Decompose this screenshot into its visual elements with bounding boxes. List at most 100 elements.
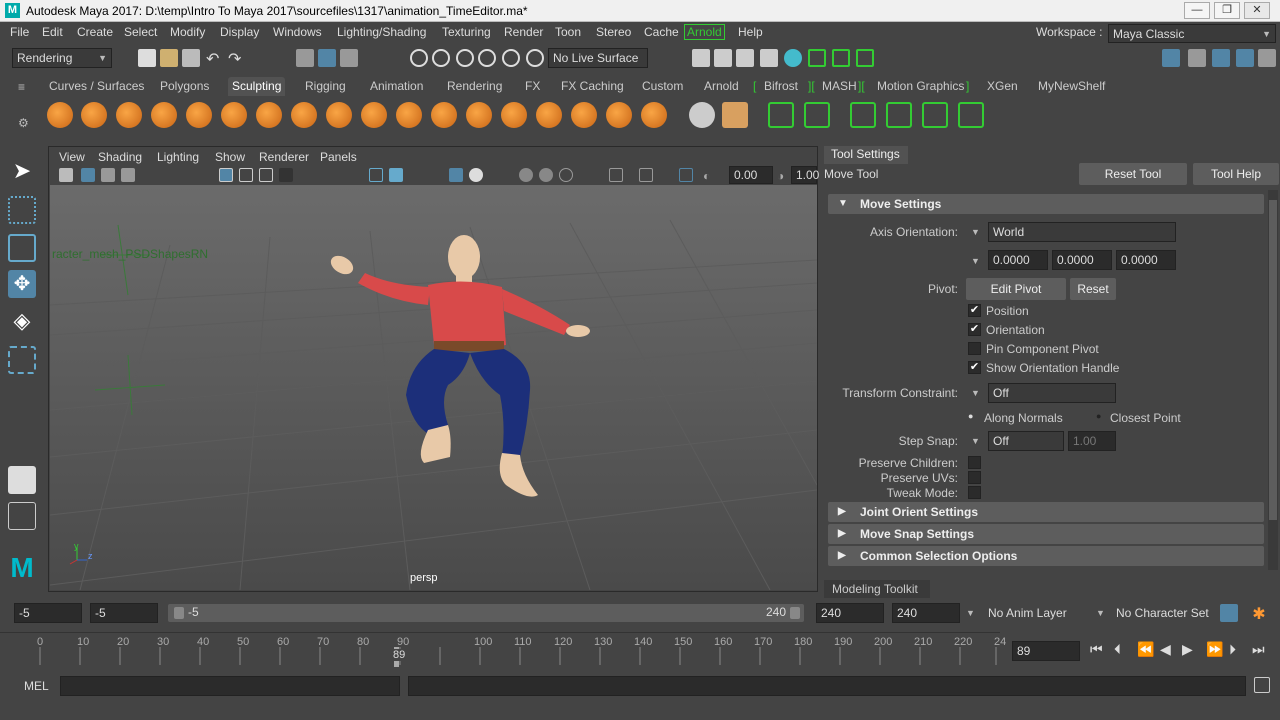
close-button[interactable]: ✕ [1244,2,1270,19]
tab-custom[interactable]: Custom [642,79,683,93]
xray-icon[interactable] [639,168,653,182]
move-settings-header[interactable]: ▼ Move Settings [828,194,1264,214]
chevron-down-icon[interactable]: ▼ [971,436,980,446]
tab-sculpting[interactable]: Sculpting [228,77,286,96]
render-settings-icon[interactable] [692,49,710,67]
arnold-view-icon[interactable] [856,49,874,67]
ambient-occlusion-icon[interactable] [539,168,553,182]
image-plane-icon[interactable] [121,168,135,182]
step-forward-frame-icon[interactable]: ⏵ [1229,641,1236,658]
pinch-tool-icon[interactable] [186,102,212,128]
playback-end-field[interactable]: 240 [816,603,884,623]
scrape-tool-icon[interactable] [431,102,457,128]
imprint-tool-icon[interactable] [361,102,387,128]
render-view-icon[interactable] [760,49,778,67]
viewport-3d[interactable]: racter_mesh_PSDShapesRN y z persp [50,185,817,590]
smooth-shade-icon[interactable] [389,168,403,182]
tab-bifrost[interactable]: Bifrost [764,79,798,93]
attribute-editor-toggle-icon[interactable] [1188,49,1206,67]
tab-mynewshelf[interactable]: MyNewShelf [1038,79,1105,93]
current-frame-field[interactable]: 89 [1012,641,1080,661]
command-input[interactable] [60,676,400,696]
grid-toggle-icon[interactable] [219,168,233,182]
show-orientation-handle-checkbox[interactable]: ✔ [968,361,981,374]
workspace-dropdown[interactable]: Maya Classic ▼ [1108,24,1276,43]
motion-blur-icon[interactable] [559,168,573,182]
fill-tool-icon[interactable] [466,102,492,128]
tab-mash[interactable]: MASH [822,79,857,93]
new-scene-icon[interactable] [138,49,156,67]
step-back-frame-icon[interactable]: ⏴ [1114,641,1121,658]
menuset-dropdown[interactable]: Rendering ▼ [12,48,112,68]
open-scene-icon[interactable] [160,49,178,67]
shelf-menu-icon[interactable]: ≡ [18,80,25,94]
stamp-icon[interactable] [722,102,748,128]
film-gate-icon[interactable] [239,168,253,182]
textured-icon[interactable] [449,168,463,182]
menu-toon[interactable]: Toon [555,25,581,39]
select-object-icon[interactable] [318,49,336,67]
orientation-checkbox[interactable]: ✔ [968,323,981,336]
move-snap-settings-header[interactable]: ▶ Move Snap Settings [828,524,1264,544]
freeze-tool-icon[interactable] [641,102,667,128]
range-handle-right[interactable] [790,607,800,619]
preserve-uvs-checkbox[interactable] [968,471,981,484]
range-slider[interactable]: -5 240 [168,604,804,622]
anim-prefs-icon[interactable]: ✱ [1250,604,1268,623]
chevron-down-icon[interactable]: ▼ [1096,608,1105,618]
menu-arnold[interactable]: Arnold [684,24,725,40]
wax-tool-icon[interactable] [396,102,422,128]
preserve-children-checkbox[interactable] [968,456,981,469]
chevron-down-icon[interactable]: ▼ [971,227,980,237]
anim-layer-dropdown[interactable]: No Anim Layer [984,603,1092,623]
tab-animation[interactable]: Animation [370,79,423,93]
viewport-menu-renderer[interactable]: Renderer [259,150,309,164]
redo-icon[interactable]: ↷ [228,49,246,68]
wireframe-icon[interactable] [369,168,383,182]
hypershade-icon[interactable] [784,49,802,67]
tab-xgen[interactable]: XGen [987,79,1018,93]
ipr-render-icon[interactable] [736,49,754,67]
amplify-tool-icon[interactable] [606,102,632,128]
minimize-button[interactable]: — [1184,2,1210,19]
tool-settings-tab[interactable]: Tool Settings [824,146,908,164]
paint-select-icon[interactable] [8,234,36,262]
knife-tool-icon[interactable] [501,102,527,128]
pin-component-pivot-checkbox[interactable] [968,342,981,355]
along-normals-radio[interactable]: ● [968,411,973,421]
tab-arnold[interactable]: Arnold [704,79,739,93]
viewport-menu-shading[interactable]: Shading [98,150,142,164]
camera-select-icon[interactable] [59,168,73,182]
anim-end-field[interactable]: 240 [892,603,960,623]
camera-attr-icon[interactable] [81,168,95,182]
common-selection-options-header[interactable]: ▶ Common Selection Options [828,546,1264,566]
play-forwards-icon[interactable]: ▶ [1182,641,1193,658]
smear-tool-icon[interactable] [536,102,562,128]
go-to-start-icon[interactable]: ⏮ [1090,641,1103,658]
snap-point-icon[interactable] [456,49,474,67]
shadows-icon[interactable] [519,168,533,182]
tab-fx-caching[interactable]: FX Caching [561,79,624,93]
viewport-menu-view[interactable]: View [59,150,85,164]
menu-texturing[interactable]: Texturing [442,25,491,39]
reset-tool-button[interactable]: Reset Tool [1079,163,1187,185]
xray-joints-icon[interactable] [679,168,693,182]
tool-settings-toggle-icon[interactable] [1212,49,1230,67]
select-hierarchy-icon[interactable] [296,49,314,67]
select-component-icon[interactable] [340,49,358,67]
motion-graphics-icon-1[interactable] [850,102,876,128]
lasso-tool-icon[interactable] [8,196,36,224]
axis-z-field[interactable]: 0.0000 [1116,250,1176,270]
resolution-gate-icon[interactable] [259,168,273,182]
menu-display[interactable]: Display [220,25,259,39]
tweak-mode-checkbox[interactable] [968,486,981,499]
character-set-dropdown[interactable]: No Character Set [1112,603,1212,623]
menu-render[interactable]: Render [504,25,543,39]
tab-rigging[interactable]: Rigging [305,79,346,93]
playback-start-field[interactable]: -5 [90,603,158,623]
isolate-select-icon[interactable] [609,168,623,182]
scrollbar[interactable] [1268,190,1278,570]
menu-lighting-shading[interactable]: Lighting/Shading [337,25,426,39]
play-backwards-icon[interactable]: ◀ [1160,641,1171,658]
tab-polygons[interactable]: Polygons [160,79,209,93]
